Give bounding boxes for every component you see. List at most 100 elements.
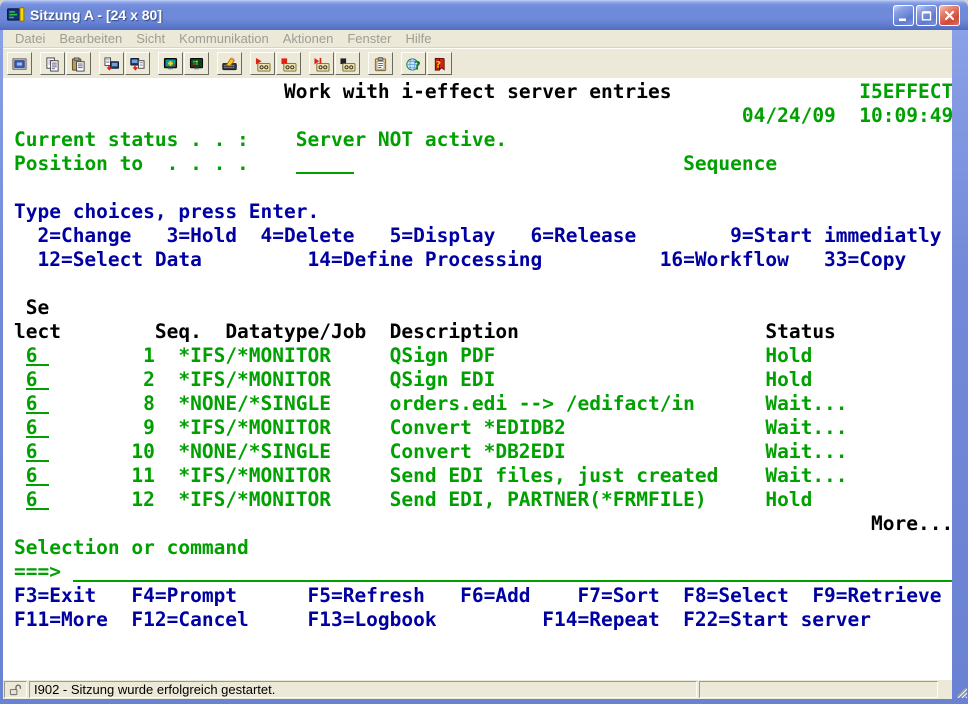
screen-text: 8	[131, 392, 154, 416]
maximize-button[interactable]	[916, 5, 937, 26]
clipboard-button[interactable]	[368, 52, 393, 75]
paste-button[interactable]	[66, 52, 91, 75]
display-setup-button[interactable]	[158, 52, 183, 75]
toolbar-group	[368, 52, 393, 75]
select-input[interactable]: 6	[26, 464, 49, 486]
screen-text: Send EDI files, just created	[390, 464, 719, 488]
toolbar: ??	[3, 48, 952, 78]
toolbar-group	[99, 52, 150, 75]
screen-text: Convert *EDIDB2	[390, 416, 566, 440]
select-input[interactable]: 6	[26, 368, 49, 390]
status-message: I902 - Sitzung wurde erfolgreich gestart…	[34, 682, 275, 697]
screen-text: F4=Prompt	[131, 584, 237, 608]
menu-item-aktionen[interactable]: Aktionen	[276, 31, 341, 46]
terminal-screen[interactable]: Work with i-effect server entriesI5EFFEC…	[3, 78, 952, 680]
macro-play-button[interactable]	[250, 52, 275, 75]
select-input[interactable]: 6	[26, 344, 49, 366]
screen-text: Datatype/Job	[225, 320, 366, 344]
svg-text:?: ?	[436, 60, 441, 70]
menu-item-datei[interactable]: Datei	[8, 31, 52, 46]
toolbar-group	[309, 52, 360, 75]
screen-text: Convert *DB2EDI	[390, 440, 566, 464]
screen-text: *IFS/*MONITOR	[178, 488, 331, 512]
screen-text: 11	[131, 464, 154, 488]
screen-text: 2=Change	[37, 224, 131, 248]
unlocked-padlock-icon	[9, 683, 22, 697]
screen-text: *NONE/*SINGLE	[178, 440, 331, 464]
screen-text: F6=Add	[460, 584, 530, 608]
macro-stop-button[interactable]	[276, 52, 301, 75]
toolbar-group	[7, 52, 32, 75]
screen-text: QSign PDF	[390, 344, 496, 368]
position-to-input[interactable]	[296, 152, 355, 174]
capture-button[interactable]	[7, 52, 32, 75]
menu-item-bearbeiten[interactable]: Bearbeiten	[52, 31, 129, 46]
maximize-icon	[919, 8, 934, 23]
macro-step-button[interactable]	[309, 52, 334, 75]
toolbar-group	[40, 52, 91, 75]
screen-text: 1	[131, 344, 154, 368]
screen-text: 33=Copy	[824, 248, 906, 272]
screen-text: 16=Workflow	[660, 248, 789, 272]
menu-item-fenster[interactable]: Fenster	[340, 31, 398, 46]
menu-item-sicht[interactable]: Sicht	[129, 31, 172, 46]
screen-text: Hold	[765, 368, 812, 392]
select-input[interactable]: 6	[26, 392, 49, 414]
color-setup-icon	[188, 57, 205, 72]
status-spare-cell	[699, 681, 938, 698]
select-input[interactable]: 6	[26, 488, 49, 510]
screen-text: Wait...	[765, 464, 847, 488]
screen-text: 14=Define Processing	[307, 248, 542, 272]
screen-text: F14=Repeat	[542, 608, 659, 632]
display-setup-icon	[162, 57, 179, 72]
command-input[interactable]	[73, 560, 952, 582]
select-input[interactable]: 6	[26, 416, 49, 438]
macro-record-button[interactable]	[335, 52, 360, 75]
screen-text: 9	[131, 416, 154, 440]
screen-text: Seq.	[155, 320, 202, 344]
screen-text: F3=Exit	[14, 584, 96, 608]
screen-text: Hold	[765, 488, 812, 512]
screen-text: Sequence	[683, 152, 777, 176]
screen-text: Wait...	[765, 416, 847, 440]
menu-bar: DateiBearbeitenSichtKommunikationAktione…	[3, 30, 952, 48]
screen-text: F8=Select	[683, 584, 789, 608]
screen-text: *IFS/*MONITOR	[178, 368, 331, 392]
toolbar-group	[217, 52, 242, 75]
screen-text: *IFS/*MONITOR	[178, 464, 331, 488]
screen-text: 6=Release	[531, 224, 637, 248]
help-globe-button[interactable]: ?	[401, 52, 426, 75]
capture-icon	[11, 57, 28, 72]
screen-text: 2	[131, 368, 154, 392]
screen-text: Send EDI, PARTNER(*FRMFILE)	[390, 488, 707, 512]
select-input[interactable]: 6	[26, 440, 49, 462]
screen-text: 5=Display	[390, 224, 496, 248]
screen-text: Selection or command	[14, 536, 249, 560]
toolbar-group	[158, 52, 209, 75]
resize-grip[interactable]	[954, 685, 967, 698]
menu-item-hilfe[interactable]: Hilfe	[398, 31, 438, 46]
help-book-button[interactable]: ?	[427, 52, 452, 75]
close-button[interactable]	[939, 5, 960, 26]
screen-text: F7=Sort	[578, 584, 660, 608]
receive-file-button[interactable]	[125, 52, 150, 75]
screen-text: *IFS/*MONITOR	[178, 344, 331, 368]
screen-text: QSign EDI	[390, 368, 496, 392]
copy-button[interactable]	[40, 52, 65, 75]
window-controls	[893, 5, 960, 26]
screen-text: F13=Logbook	[307, 608, 436, 632]
minimize-button[interactable]	[893, 5, 914, 26]
help-globe-icon: ?	[405, 57, 422, 72]
more-indicator: More...	[871, 512, 952, 536]
toolbar-group: ??	[401, 52, 452, 75]
status-bar: I902 - Sitzung wurde erfolgreich gestart…	[3, 680, 952, 699]
screen-text: 4=Delete	[261, 224, 355, 248]
color-setup-button[interactable]	[184, 52, 209, 75]
title-bar[interactable]: Sitzung A - [24 x 80]	[0, 0, 968, 30]
menu-item-kommunikation[interactable]: Kommunikation	[172, 31, 276, 46]
keyboard-setup-button[interactable]	[217, 52, 242, 75]
command-prompt: ===>	[14, 560, 61, 584]
clipboard-icon	[372, 57, 389, 72]
paste-icon	[70, 57, 87, 72]
send-file-button[interactable]	[99, 52, 124, 75]
